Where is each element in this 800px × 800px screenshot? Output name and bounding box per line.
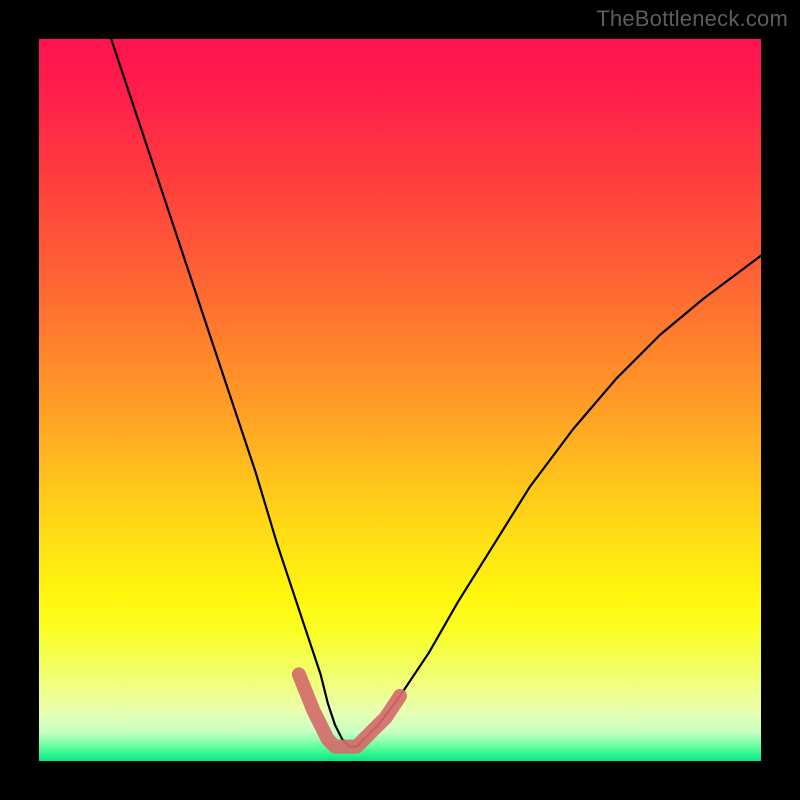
plot-area <box>39 39 761 761</box>
marker-band <box>299 674 400 746</box>
watermark-text: TheBottleneck.com <box>596 6 788 32</box>
chart-container: TheBottleneck.com <box>0 0 800 800</box>
chart-svg <box>39 39 761 761</box>
bottleneck-curve <box>111 39 761 747</box>
